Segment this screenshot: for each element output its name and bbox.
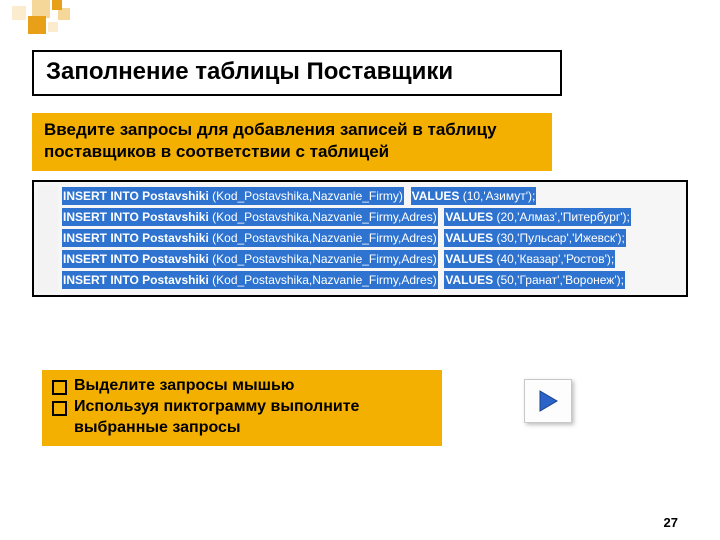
steps-box: Выделите запросы мышью Используя пиктогр… [42, 370, 442, 446]
page-number: 27 [664, 515, 678, 530]
step-text: Выделите запросы мышью [74, 377, 294, 394]
sql-line[interactable]: INSERT INTO Postavshiki (Kod_Postavshika… [62, 207, 682, 228]
sql-editor-panel: INSERT INTO Postavshiki (Kod_Postavshika… [32, 180, 688, 297]
sql-line[interactable]: INSERT INTO Postavshiki (Kod_Postavshika… [62, 249, 682, 270]
step-text: Используя пиктограмму выполните выбранны… [74, 398, 359, 436]
sql-line[interactable]: INSERT INTO Postavshiki (Kod_Postavshika… [62, 270, 682, 291]
page-title: Заполнение таблицы Поставщики [46, 58, 548, 86]
step-item: Выделите запросы мышью [46, 376, 438, 397]
sql-line[interactable]: INSERT INTO Postavshiki (Kod_Postavshika… [62, 228, 682, 249]
execute-button[interactable] [524, 379, 572, 423]
step-item: Используя пиктограмму выполните выбранны… [46, 397, 438, 439]
play-icon [537, 389, 559, 413]
sql-lines[interactable]: INSERT INTO Postavshiki (Kod_Postavshika… [62, 186, 682, 291]
page-title-box: Заполнение таблицы Поставщики [32, 50, 562, 96]
instruction-box: Введите запросы для добавления записей в… [32, 113, 552, 171]
decor-squares [0, 0, 200, 40]
sql-line[interactable]: INSERT INTO Postavshiki (Kod_Postavshika… [62, 186, 682, 207]
sql-gutter [38, 186, 58, 291]
instruction-text: Введите запросы для добавления записей в… [44, 120, 497, 161]
